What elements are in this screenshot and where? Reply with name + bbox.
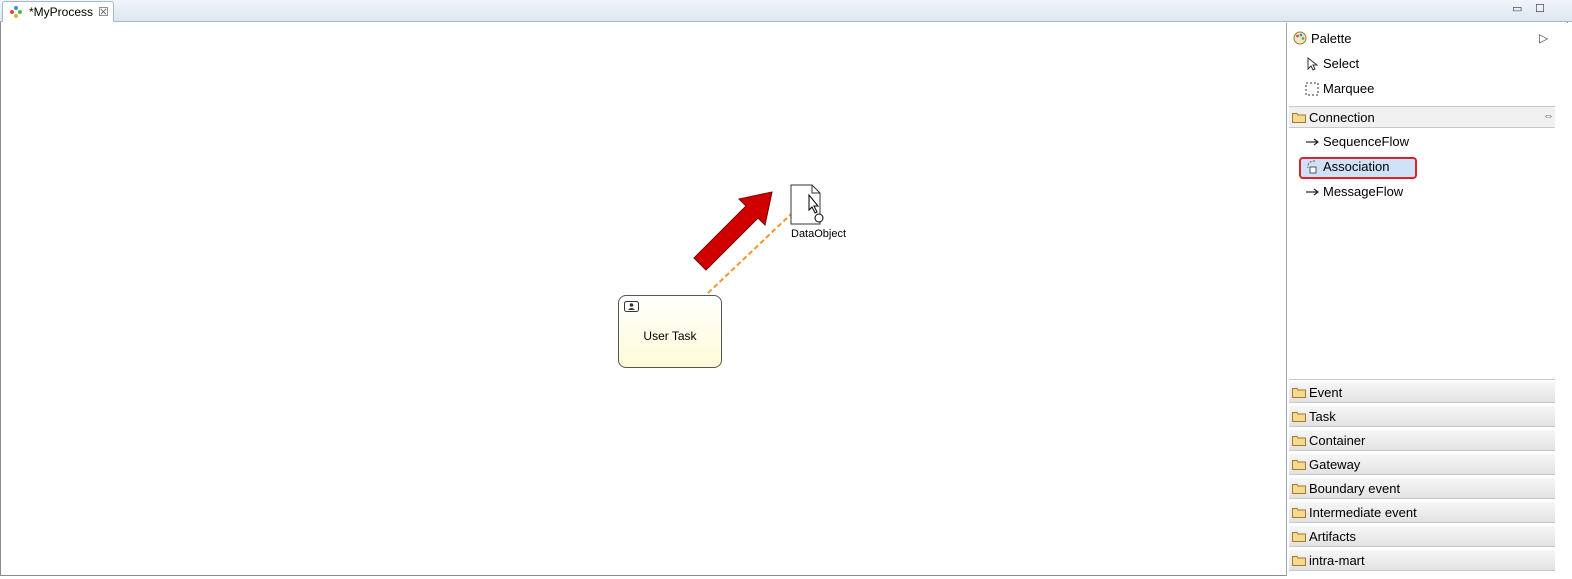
palette-panel: Palette ▷ Select Marquee Connection ⇔ Se… [1286, 23, 1570, 576]
diagram-overlay [693, 184, 824, 294]
drawer-task[interactable]: Task [1289, 406, 1555, 427]
minimize-icon[interactable]: ▭ [1512, 2, 1526, 16]
drawer-boundary-event[interactable]: Boundary event [1289, 478, 1555, 499]
user-task-node[interactable]: User Task [618, 295, 722, 368]
drawer-label: intra-mart [1309, 553, 1365, 568]
palette-header[interactable]: Palette ▷ [1287, 25, 1557, 49]
drawer-container[interactable]: Container [1289, 430, 1555, 451]
marquee-label: Marquee [1323, 81, 1375, 96]
drawer-label: Task [1309, 409, 1336, 424]
maximize-icon[interactable]: ☐ [1535, 2, 1549, 16]
data-object-label: DataObject [791, 228, 847, 240]
connection-label: Connection [1309, 110, 1375, 125]
drawer-label: Artifacts [1309, 529, 1356, 544]
drawer-artifacts[interactable]: Artifacts [1289, 526, 1555, 547]
drawer-label: Boundary event [1309, 481, 1401, 496]
arrow-cursor-icon [1307, 57, 1319, 71]
drawer-intermediate-event[interactable]: Intermediate event [1289, 502, 1555, 523]
drawer-connection[interactable]: Connection ⇔ [1289, 107, 1555, 128]
arrow-right-icon [1306, 188, 1319, 196]
folder-icon [1292, 412, 1306, 422]
folder-icon [1292, 532, 1306, 542]
arrow-right-icon [1306, 138, 1319, 146]
folder-icon [1292, 460, 1306, 470]
messageflow-label: MessageFlow [1323, 184, 1404, 199]
user-icon [624, 301, 639, 312]
association-label: Association [1323, 159, 1390, 174]
marquee-icon [1305, 82, 1319, 96]
folder-open-icon [1292, 113, 1306, 123]
drawer-label: Intermediate event [1309, 505, 1417, 520]
drawer-intra-mart[interactable]: intra-mart [1289, 550, 1555, 571]
pin-icon[interactable]: ⇔ [1543, 110, 1554, 122]
association-icon [1307, 160, 1317, 174]
folder-icon [1292, 484, 1306, 494]
expand-icon[interactable]: ▷ [1539, 31, 1548, 45]
palette-title: Palette [1311, 31, 1352, 46]
drawer-gateway[interactable]: Gateway [1289, 454, 1555, 475]
user-task-label: User Task [643, 329, 697, 343]
palette-icon [1293, 31, 1307, 45]
folder-icon [1292, 436, 1306, 446]
drawer-label: Container [1309, 433, 1366, 448]
sequenceflow-label: SequenceFlow [1323, 134, 1409, 149]
drawer-label: Event [1309, 385, 1343, 400]
folder-icon [1292, 556, 1306, 566]
red-arrow-icon [693, 191, 773, 271]
select-label: Select [1323, 56, 1360, 71]
drawer-event[interactable]: Event [1289, 382, 1555, 403]
palette-divider [1289, 379, 1555, 380]
folder-icon [1292, 508, 1306, 518]
folder-icon [1292, 388, 1306, 398]
drawer-label: Gateway [1309, 457, 1361, 472]
